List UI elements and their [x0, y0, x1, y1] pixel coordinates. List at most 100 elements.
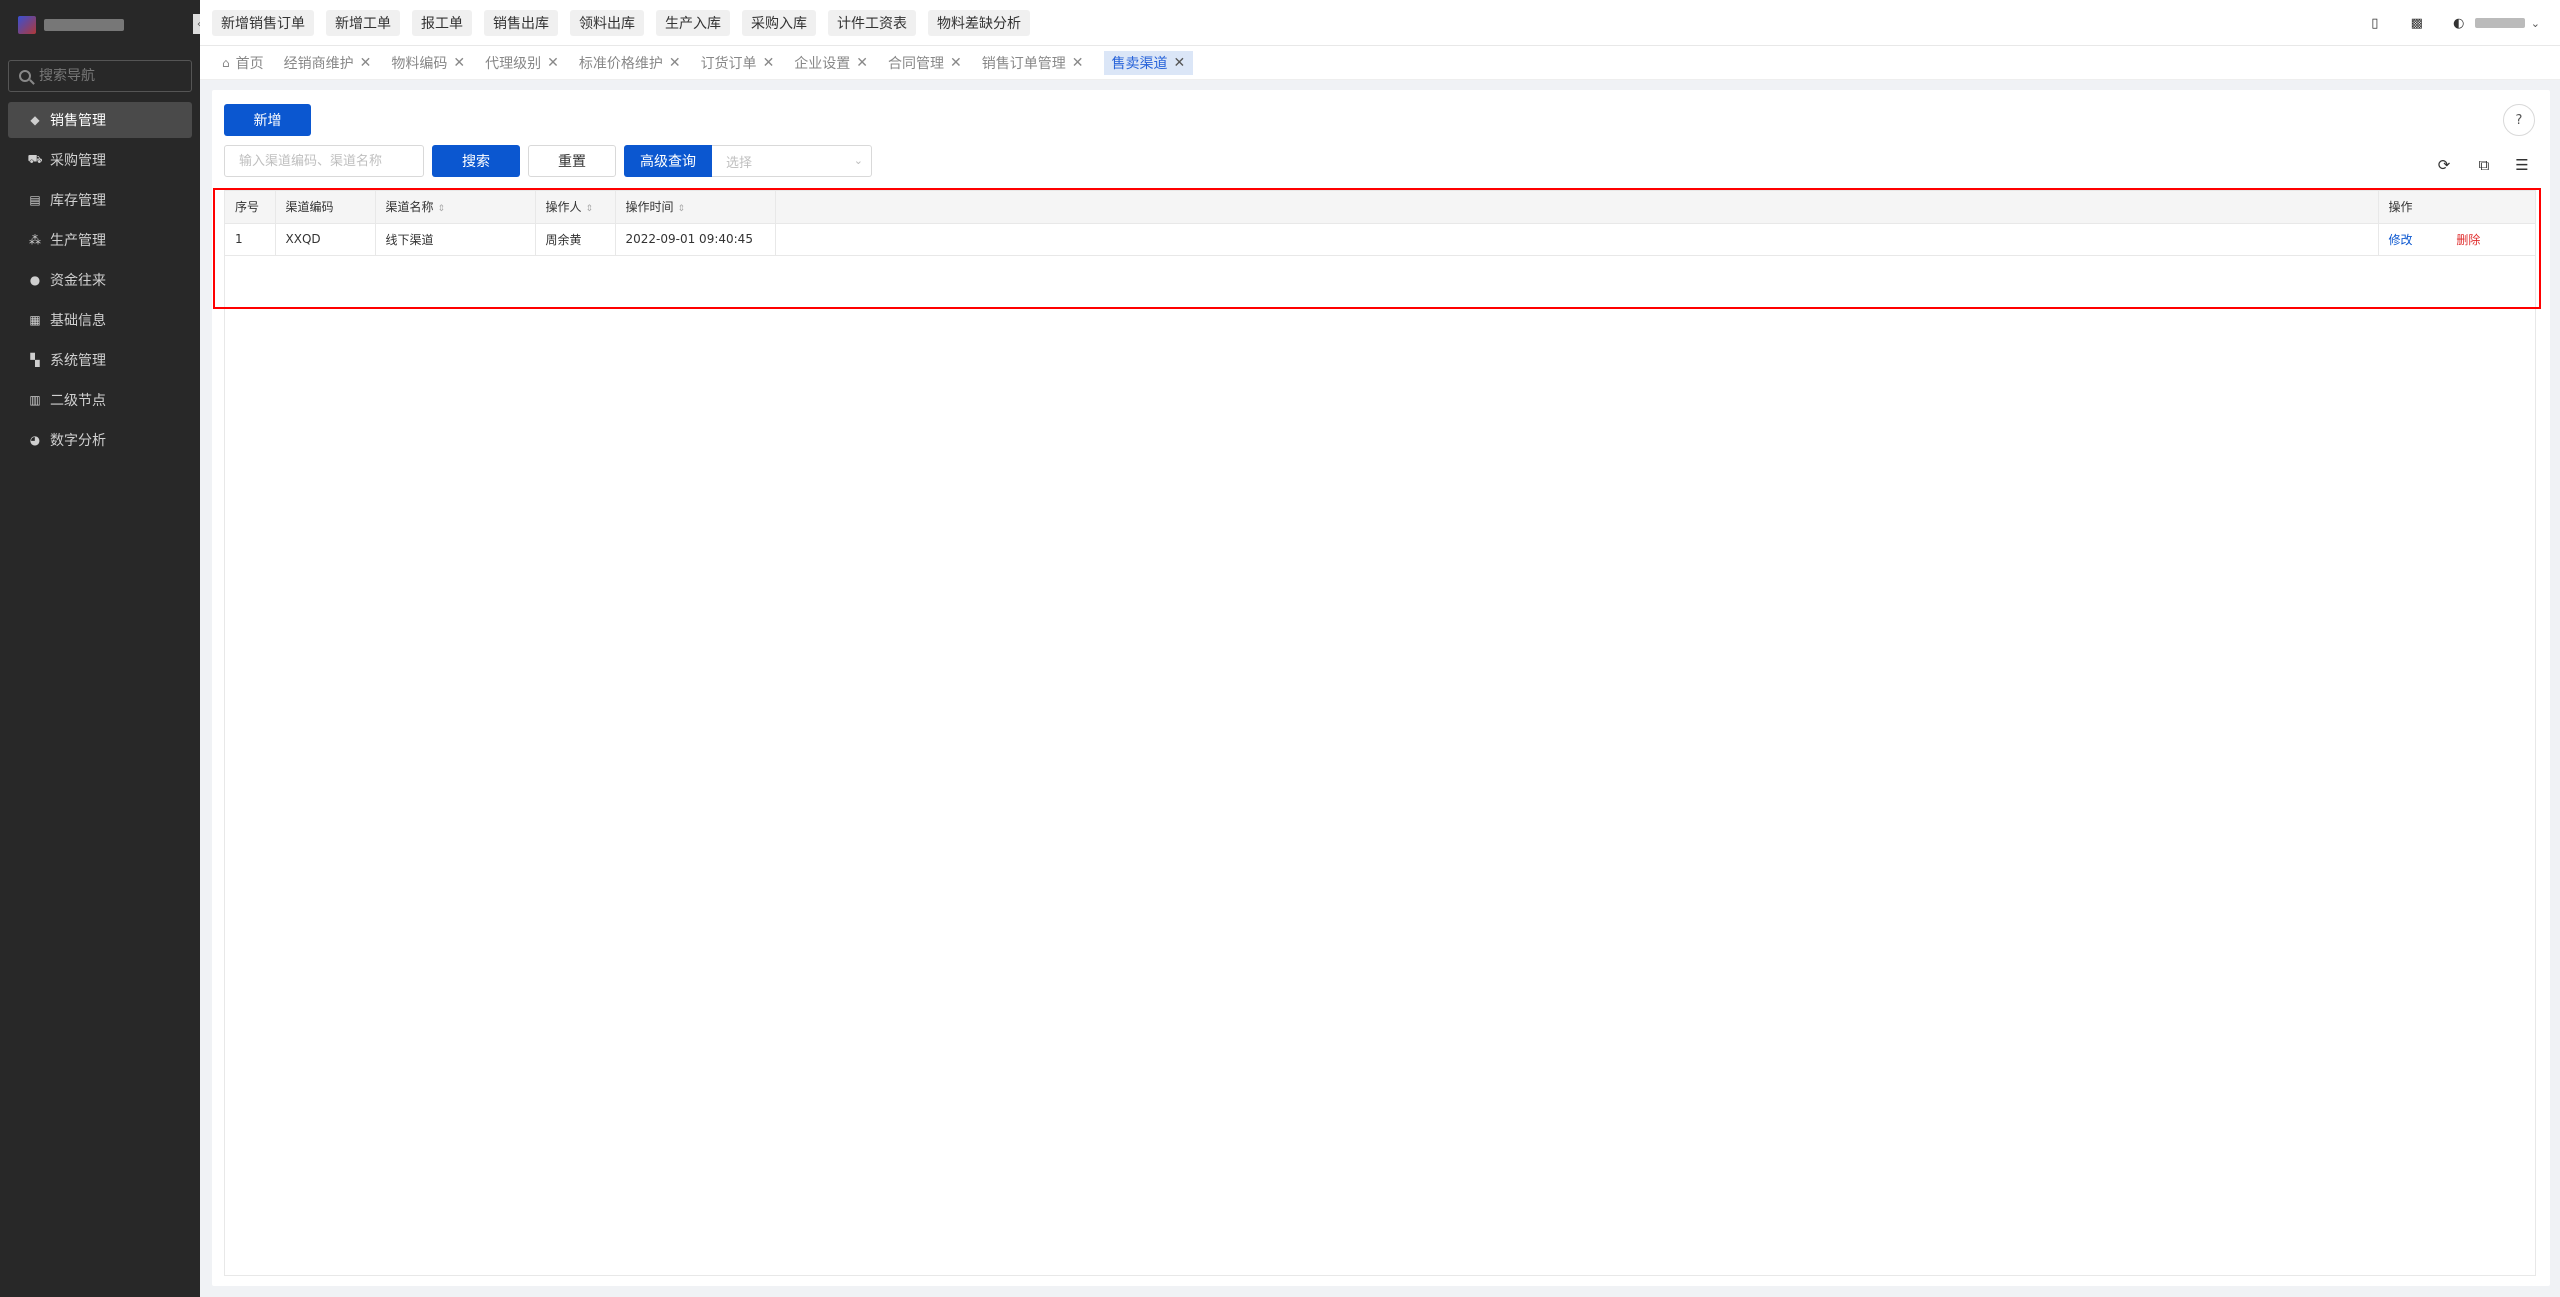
close-icon[interactable]: ✕	[547, 55, 559, 71]
column-header-code: 渠道编码	[275, 191, 376, 224]
quick-work-report-button[interactable]: 报工单	[412, 9, 472, 36]
cell-name: 线下渠道	[375, 223, 536, 256]
tab-label: 企业设置	[794, 55, 851, 72]
close-icon[interactable]: ✕	[1174, 55, 1186, 71]
production-icon: ⁂	[29, 233, 41, 247]
fullscreen-icon[interactable]: ⧉	[2475, 156, 2493, 174]
cell-code: XXQD	[275, 223, 376, 256]
sidebar-item-secondary-node[interactable]: ▥ 二级节点	[8, 382, 192, 418]
table-row: 1 XXQD 线下渠道 周余黄 2022-09-01 09:40:45 修改 删…	[225, 223, 2535, 256]
logo-text-blurred	[44, 19, 124, 31]
avatar-icon[interactable]: ◐	[2451, 15, 2467, 31]
cell-time: 2022-09-01 09:40:45	[615, 223, 776, 256]
tab-order[interactable]: 订货订单 ✕	[701, 51, 781, 75]
quick-production-inbound-button[interactable]: 生产入库	[656, 9, 730, 36]
advanced-select[interactable]: 选择 ⌄	[712, 145, 872, 177]
content-card: 新增 ? 搜索 重置 高级查询 选择 ⌄ ⟳ ⧉ ☰ 序号 渠道编码 渠道名称 ⇕…	[212, 90, 2550, 1286]
home-icon: ⌂	[222, 55, 230, 70]
tab-label: 销售订单管理	[981, 55, 1066, 72]
mobile-icon[interactable]: ▯	[2367, 15, 2383, 31]
quick-material-shortage-button[interactable]: 物料差缺分析	[928, 9, 1030, 36]
column-settings-icon[interactable]: ☰	[2513, 156, 2531, 174]
quick-new-work-order-button[interactable]: 新增工单	[326, 9, 400, 36]
sidebar-item-finance[interactable]: ● 资金往来	[8, 262, 192, 298]
sidebar-menu: ◆ 销售管理 ⛟ 采购管理 ▤ 库存管理 ⁂ 生产管理 ● 资金往来 ▦ 基础信息 ▚ 系统管…	[0, 102, 200, 458]
tab-company-settings[interactable]: 企业设置 ✕	[794, 51, 874, 75]
advanced-search-button[interactable]: 高级查询	[624, 145, 712, 177]
quick-new-sales-order-button[interactable]: 新增销售订单	[212, 9, 314, 36]
sidebar-item-purchase[interactable]: ⛟ 采购管理	[8, 142, 192, 178]
cell-index: 1	[225, 223, 276, 256]
column-header-label: 操作时间	[625, 200, 674, 215]
close-icon[interactable]: ✕	[360, 55, 372, 71]
money-icon: ●	[29, 273, 41, 287]
close-icon[interactable]: ✕	[950, 55, 962, 71]
sidebar-item-sales[interactable]: ◆ 销售管理	[8, 102, 192, 138]
edit-link[interactable]: 修改	[2389, 233, 2413, 247]
tab-agent-level[interactable]: 代理级别 ✕	[485, 51, 565, 75]
cart-icon: ⛟	[27, 152, 43, 166]
search-button[interactable]: 搜索	[432, 145, 520, 177]
refresh-icon[interactable]: ⟳	[2435, 156, 2453, 174]
tab-contract[interactable]: 合同管理 ✕	[888, 51, 968, 75]
sidebar-item-system[interactable]: ▚ 系统管理	[8, 342, 192, 378]
sort-icon[interactable]: ⇕	[438, 204, 446, 214]
tag-icon: ◆	[30, 113, 40, 127]
tab-label: 订货订单	[700, 55, 757, 72]
cell-actions: 修改 删除	[2378, 223, 2535, 256]
search-icon	[19, 70, 31, 82]
table-header-row: 序号 渠道编码 渠道名称 ⇕ 操作人 ⇕ 操作时间 ⇕ 操作	[225, 191, 2535, 224]
sort-icon[interactable]: ⇕	[678, 204, 686, 214]
column-header-index: 序号	[225, 191, 276, 224]
sidebar-item-label: 生产管理	[50, 233, 106, 249]
tab-label: 物料编码	[391, 55, 448, 72]
tab-label: 代理级别	[485, 55, 542, 72]
sidebar-item-analytics[interactable]: ◕ 数字分析	[8, 422, 192, 458]
close-icon[interactable]: ✕	[856, 55, 868, 71]
tab-sales-channel[interactable]: 售卖渠道 ✕	[1103, 50, 1194, 75]
quick-sales-outbound-button[interactable]: 销售出库	[484, 9, 558, 36]
image-icon[interactable]: ▩	[2409, 15, 2425, 31]
tab-bar: ⌂ 首页 经销商维护 ✕ 物料编码 ✕ 代理级别 ✕ 标准价格维护 ✕ 订货订单 ✕ 企业设…	[200, 46, 2560, 80]
sidebar-item-label: 资金往来	[50, 273, 106, 289]
sidebar-item-label: 二级节点	[50, 393, 106, 409]
chevron-down-icon[interactable]: ⌄	[2531, 17, 2540, 30]
user-name-blurred[interactable]	[2474, 18, 2525, 28]
quick-material-outbound-button[interactable]: 领料出库	[570, 9, 644, 36]
top-bar: 新增销售订单 新增工单 报工单 销售出库 领料出库 生产入库 采购入库 计件工资…	[200, 0, 2560, 46]
top-right-tools: ▯ ▩ ◐ ⌄	[2341, 0, 2540, 46]
reset-button[interactable]: 重置	[528, 145, 616, 177]
tab-label: 经销商维护	[283, 55, 354, 72]
document-icon: ▥	[29, 393, 41, 407]
close-icon[interactable]: ✕	[763, 55, 775, 71]
tab-sales-order[interactable]: 销售订单管理 ✕	[982, 51, 1090, 75]
nav-search-input[interactable]	[39, 68, 189, 84]
column-header-actions: 操作	[2378, 191, 2535, 224]
box-icon: ▤	[29, 193, 41, 207]
sidebar-item-basic-info[interactable]: ▦ 基础信息	[8, 302, 192, 338]
sidebar: ◆ 销售管理 ⛟ 采购管理 ▤ 库存管理 ⁂ 生产管理 ● 资金往来 ▦ 基础信息 ▚ 系统管…	[0, 0, 200, 1297]
sidebar-item-inventory[interactable]: ▤ 库存管理	[8, 182, 192, 218]
delete-link[interactable]: 删除	[2456, 233, 2480, 247]
channel-search-input[interactable]	[224, 145, 424, 177]
sidebar-item-label: 采购管理	[50, 153, 106, 169]
select-placeholder: 选择	[726, 155, 753, 171]
tab-home[interactable]: ⌂ 首页	[222, 51, 270, 75]
close-icon[interactable]: ✕	[1072, 55, 1084, 71]
quick-piece-wage-button[interactable]: 计件工资表	[828, 9, 916, 36]
help-icon[interactable]: ?	[2503, 104, 2535, 136]
column-header-name[interactable]: 渠道名称 ⇕	[375, 191, 536, 224]
tab-dealer[interactable]: 经销商维护 ✕	[284, 51, 378, 75]
nav-search	[8, 60, 192, 92]
close-icon[interactable]: ✕	[669, 55, 681, 71]
close-icon[interactable]: ✕	[453, 55, 465, 71]
column-header-operator[interactable]: 操作人 ⇕	[535, 191, 616, 224]
tab-material-code[interactable]: 物料编码 ✕	[391, 51, 471, 75]
column-header-time[interactable]: 操作时间 ⇕	[615, 191, 776, 224]
sidebar-item-production[interactable]: ⁂ 生产管理	[8, 222, 192, 258]
sort-icon[interactable]: ⇕	[586, 204, 594, 214]
quick-purchase-inbound-button[interactable]: 采购入库	[742, 9, 816, 36]
tab-standard-price[interactable]: 标准价格维护 ✕	[579, 51, 687, 75]
sidebar-item-label: 系统管理	[50, 353, 106, 369]
add-button[interactable]: 新增	[224, 104, 311, 136]
